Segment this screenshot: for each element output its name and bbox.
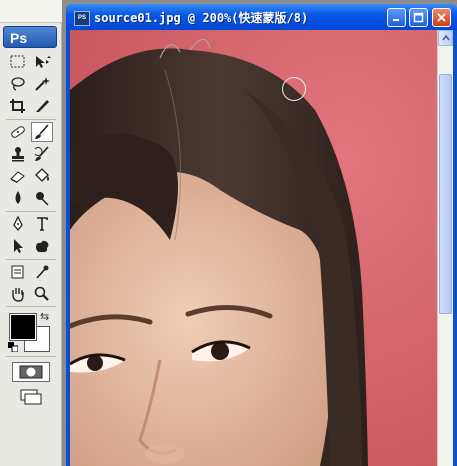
- toolbox-divider: [6, 259, 56, 260]
- scroll-thumb[interactable]: [439, 74, 452, 314]
- close-icon: [437, 13, 446, 22]
- zoom-tool[interactable]: [31, 284, 53, 304]
- eyedropper-tool[interactable]: [31, 262, 53, 282]
- screen-mode-icon: [20, 389, 42, 405]
- magic-wand-icon: [35, 77, 50, 91]
- crop-icon: [10, 99, 25, 113]
- custom-shape-icon: [36, 240, 49, 253]
- history-brush-tool[interactable]: [31, 144, 53, 164]
- lasso-icon: [11, 77, 25, 91]
- minimize-button[interactable]: [387, 8, 406, 27]
- history-brush-icon: [34, 146, 49, 161]
- slice-icon: [36, 100, 49, 112]
- maximize-button[interactable]: [409, 8, 428, 27]
- magic-wand-tool[interactable]: [31, 74, 53, 94]
- default-colors-icon[interactable]: [8, 342, 18, 352]
- eraser-tool[interactable]: [7, 166, 29, 186]
- paint-bucket-tool[interactable]: [31, 166, 53, 186]
- notes-tool[interactable]: [7, 262, 29, 282]
- image-canvas[interactable]: [70, 30, 437, 466]
- document-title-bar[interactable]: PS source01.jpg @ 200%(快速蒙版/8): [66, 4, 457, 30]
- paint-bucket-icon: [35, 168, 49, 182]
- minimize-icon: [393, 19, 399, 21]
- custom-shape-tool[interactable]: [31, 236, 53, 256]
- hand-icon: [12, 288, 24, 302]
- toolbox-panel: Ps ⇆: [0, 0, 62, 466]
- healing-brush-tool[interactable]: [7, 122, 29, 142]
- screen-mode-button[interactable]: [16, 387, 46, 407]
- brush-cursor: [282, 77, 306, 101]
- dodge-icon: [36, 192, 49, 206]
- document-icon: PS: [74, 11, 90, 26]
- blur-icon: [15, 191, 21, 204]
- pen-icon: [13, 216, 23, 232]
- portrait-photo: [70, 30, 437, 466]
- hand-tool[interactable]: [7, 284, 29, 304]
- clone-stamp-icon: [12, 147, 24, 162]
- document-window: PS source01.jpg @ 200%(快速蒙版/8): [66, 4, 457, 466]
- notes-icon: [11, 265, 24, 279]
- brush-icon: [35, 124, 49, 139]
- crop-tool[interactable]: [7, 96, 29, 116]
- type-tool[interactable]: [31, 214, 53, 234]
- maximize-icon: [413, 12, 424, 23]
- slice-tool[interactable]: [31, 96, 53, 116]
- dodge-tool[interactable]: [31, 188, 53, 208]
- eyedropper-icon: [36, 265, 49, 279]
- chevron-up-icon: [441, 35, 450, 41]
- eraser-icon: [10, 171, 25, 183]
- quick-mask-button[interactable]: [12, 362, 50, 382]
- scroll-up-button[interactable]: [438, 30, 453, 46]
- blur-tool[interactable]: [7, 188, 29, 208]
- toolbox-divider: [6, 211, 56, 212]
- rectangular-marquee-tool[interactable]: [7, 52, 29, 72]
- vertical-scrollbar[interactable]: [437, 30, 453, 466]
- type-icon: [37, 217, 48, 231]
- photoshop-logo[interactable]: Ps: [3, 26, 57, 48]
- clone-stamp-tool[interactable]: [7, 144, 29, 164]
- foreground-color-swatch[interactable]: [9, 313, 37, 341]
- document-title: source01.jpg @ 200%(快速蒙版/8): [94, 11, 309, 25]
- move-tool[interactable]: [31, 52, 53, 72]
- toolbox-divider: [6, 356, 56, 357]
- brush-tool[interactable]: [31, 122, 53, 142]
- rectangular-marquee-icon: [10, 55, 25, 68]
- lasso-tool[interactable]: [7, 74, 29, 94]
- quick-mask-icon: [19, 365, 43, 379]
- toolbox-divider: [6, 306, 56, 307]
- move-icon: [36, 56, 51, 68]
- swap-colors-icon[interactable]: ⇆: [40, 310, 49, 323]
- toolbox-divider: [6, 119, 56, 120]
- close-button[interactable]: [432, 8, 451, 27]
- toolbox-header[interactable]: [0, 0, 62, 23]
- healing-brush-icon: [11, 126, 25, 138]
- pen-tool[interactable]: [7, 214, 29, 234]
- path-selection-tool[interactable]: [7, 236, 29, 256]
- zoom-icon: [34, 286, 49, 301]
- path-selection-icon: [14, 239, 23, 253]
